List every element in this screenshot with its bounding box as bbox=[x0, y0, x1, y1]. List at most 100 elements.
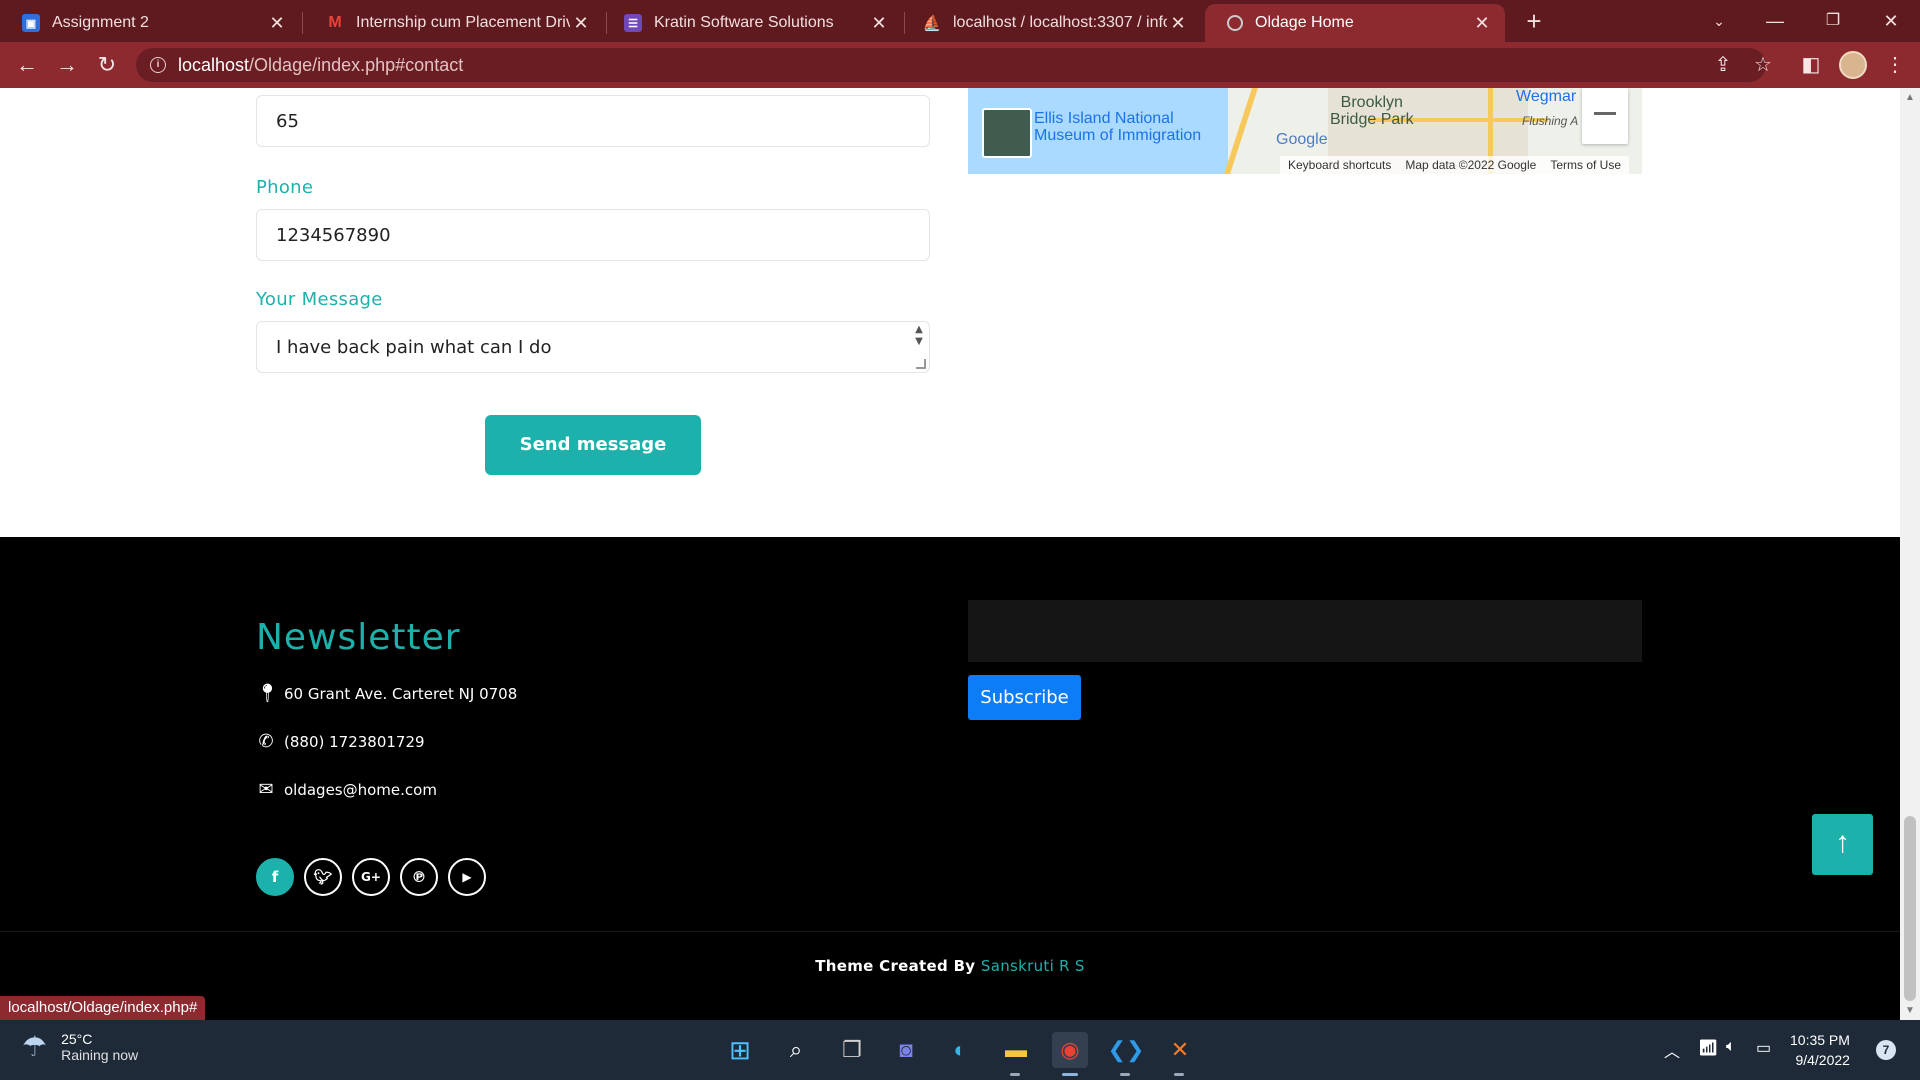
address-bar-row: ← → ↻ i localhost/Oldage/index.php#conta… bbox=[0, 42, 1920, 88]
tray-overflow-icon[interactable]: ︿ bbox=[1664, 1038, 1680, 1062]
textarea-scroll-arrows[interactable]: ▲ ▼ bbox=[911, 324, 927, 350]
forms-icon: ☰ bbox=[624, 14, 642, 32]
tab-search-icon[interactable]: ⌄ bbox=[1696, 6, 1742, 36]
clock-date: 9/4/2022 bbox=[1795, 1052, 1850, 1068]
phone-text: (880) 1723801729 bbox=[284, 732, 425, 751]
back-to-top-button[interactable]: ↑ bbox=[1812, 814, 1873, 875]
share-icon[interactable]: ⇪ bbox=[1708, 50, 1738, 80]
page-scrollbar[interactable]: ▲ ▼ bbox=[1900, 88, 1920, 1020]
map-label-flushing: Flushing A bbox=[1522, 114, 1579, 128]
close-icon[interactable]: ✕ bbox=[570, 13, 592, 34]
footer-divider bbox=[0, 931, 1900, 932]
pinterest-icon[interactable]: ℗ bbox=[400, 858, 438, 896]
edge-icon[interactable]: ◐ bbox=[942, 1032, 978, 1068]
teams-chat-icon[interactable]: ◙ bbox=[888, 1032, 924, 1068]
google-plus-icon[interactable]: G+ bbox=[352, 858, 390, 896]
minimize-button[interactable]: — bbox=[1752, 6, 1798, 36]
active-indicator bbox=[1062, 1073, 1078, 1076]
back-button[interactable]: ← bbox=[12, 50, 42, 80]
map-label-wegmans: Wegmar bbox=[1516, 88, 1577, 105]
bookmark-star-icon[interactable]: ☆ bbox=[1748, 50, 1778, 80]
newsletter-email-input[interactable] bbox=[968, 600, 1642, 662]
twitter-icon[interactable]: 🐦︎ bbox=[304, 858, 342, 896]
tab-phpmyadmin[interactable]: ⛵ localhost / localhost:3307 / info / ✕ bbox=[901, 4, 1201, 42]
close-icon[interactable]: ✕ bbox=[868, 13, 890, 34]
vscode-icon[interactable]: ❮❯ bbox=[1108, 1032, 1145, 1068]
weather-description: Raining now bbox=[61, 1046, 139, 1063]
umbrella-rain-icon: ☂ bbox=[22, 1031, 48, 1062]
reload-button[interactable]: ↻ bbox=[92, 50, 122, 80]
windows-taskbar: ☂ 25°C Raining now ⊞ ⌕ ❐ ◙ ◐ ▬ ◉ ❮❯ ✕ ︿ … bbox=[0, 1020, 1920, 1080]
taskbar-clock[interactable]: 10:35 PM 9/4/2022 bbox=[1790, 1030, 1850, 1070]
phone-label: Phone bbox=[256, 177, 314, 198]
tab-title: Assignment 2 bbox=[52, 14, 149, 31]
message-label: Your Message bbox=[256, 289, 383, 310]
tab-kratin[interactable]: ☰ Kratin Software Solutions ✕ bbox=[602, 4, 902, 42]
start-button[interactable]: ⊞ bbox=[722, 1032, 758, 1068]
keyboard-shortcuts-link[interactable]: Keyboard shortcuts bbox=[1288, 158, 1391, 172]
map-marker-icon: 📍︎ bbox=[256, 683, 279, 704]
wifi-icon[interactable]: 📶︎ bbox=[1698, 1038, 1718, 1058]
weather-widget[interactable]: ☂ 25°C Raining now bbox=[22, 1030, 138, 1063]
file-explorer-icon[interactable]: ▬ bbox=[998, 1032, 1034, 1068]
youtube-icon[interactable]: ▶ bbox=[448, 858, 486, 896]
subscribe-button[interactable]: Subscribe bbox=[968, 675, 1081, 720]
forward-button[interactable]: → bbox=[52, 50, 82, 80]
close-icon[interactable]: ✕ bbox=[1167, 13, 1189, 34]
google-map[interactable]: Ellis Island National Museum of Immigrat… bbox=[968, 88, 1642, 174]
xampp-icon[interactable]: ✕ bbox=[1162, 1032, 1198, 1068]
google-logo: Google bbox=[1276, 131, 1328, 148]
notification-badge[interactable]: 7 bbox=[1876, 1040, 1896, 1060]
map-satellite-toggle[interactable] bbox=[982, 108, 1032, 158]
send-message-button[interactable]: Send message bbox=[485, 415, 701, 475]
phone-icon: ✆ bbox=[258, 731, 274, 752]
map-attribution: Keyboard shortcuts Map data ©2022 Google… bbox=[1280, 156, 1630, 174]
age-field[interactable]: 65 bbox=[256, 95, 930, 147]
facebook-icon[interactable]: f bbox=[256, 858, 294, 896]
page-content: 65 Phone 1234567890 Your Message I have … bbox=[0, 88, 1900, 1020]
tab-internship[interactable]: M Internship cum Placement Drive ✕ bbox=[304, 4, 604, 42]
textarea-resize-handle[interactable] bbox=[916, 359, 926, 369]
close-icon[interactable]: ✕ bbox=[1471, 13, 1493, 34]
weather-temp: 25°C bbox=[61, 1030, 93, 1047]
tab-oldage-home[interactable]: Oldage Home ✕ bbox=[1205, 4, 1505, 42]
volume-icon[interactable]: 🔈︎ bbox=[1726, 1038, 1736, 1056]
footer-credit: Theme Created By Sanskruti R S bbox=[0, 957, 1900, 975]
phone-value: 1234567890 bbox=[276, 224, 391, 246]
map-data-text: Map data ©2022 Google bbox=[1405, 158, 1537, 172]
status-bar-url: localhost/Oldage/index.php# bbox=[0, 996, 206, 1020]
profile-avatar[interactable] bbox=[1839, 51, 1867, 79]
scroll-down-arrow[interactable]: ▼ bbox=[1905, 1005, 1915, 1016]
message-textarea[interactable]: I have back pain what can I do ▲ ▼ bbox=[256, 321, 930, 373]
task-view-icon[interactable]: ❐ bbox=[834, 1032, 870, 1068]
window-close-button[interactable]: ✕ bbox=[1868, 6, 1914, 36]
phone-field[interactable]: 1234567890 bbox=[256, 209, 930, 261]
credit-prefix: Theme Created By bbox=[815, 957, 976, 975]
scrollbar-thumb[interactable] bbox=[1904, 816, 1916, 1001]
terms-link[interactable]: Terms of Use bbox=[1550, 158, 1621, 172]
running-indicator bbox=[1010, 1073, 1020, 1076]
map-label-brooklyn: Brooklyn Bridge Park bbox=[1330, 94, 1414, 128]
tab-title: localhost / localhost:3307 / info / bbox=[953, 14, 1167, 31]
phpmyadmin-icon: ⛵ bbox=[922, 15, 942, 32]
tab-title: Oldage Home bbox=[1255, 14, 1354, 31]
tab-assignment-2[interactable]: ▣ Assignment 2 ✕ bbox=[0, 4, 300, 42]
url-input[interactable]: i localhost/Oldage/index.php#contact bbox=[136, 48, 1766, 82]
address-text: 60 Grant Ave. Carteret NJ 0708 bbox=[284, 684, 518, 703]
map-zoom-out-button[interactable] bbox=[1582, 88, 1628, 144]
message-value: I have back pain what can I do bbox=[276, 336, 552, 358]
close-icon[interactable]: ✕ bbox=[266, 13, 288, 34]
restore-button[interactable]: ❐ bbox=[1810, 6, 1856, 36]
new-tab-button[interactable]: + bbox=[1520, 8, 1548, 36]
search-icon[interactable]: ⌕ bbox=[778, 1032, 814, 1068]
chrome-icon[interactable]: ◉ bbox=[1052, 1032, 1088, 1068]
battery-icon[interactable]: ▭ bbox=[1756, 1038, 1771, 1058]
url-path: /Oldage/index.php#contact bbox=[249, 54, 464, 75]
tab-title: Kratin Software Solutions bbox=[654, 14, 834, 31]
globe-icon bbox=[1227, 15, 1243, 31]
credit-author-link[interactable]: Sanskruti R S bbox=[981, 957, 1085, 975]
menu-kebab-icon[interactable]: ⋮ bbox=[1880, 50, 1910, 80]
scroll-up-arrow[interactable]: ▲ bbox=[1905, 92, 1915, 103]
side-panel-icon[interactable]: ◧ bbox=[1796, 50, 1826, 80]
info-icon[interactable]: i bbox=[150, 57, 166, 73]
